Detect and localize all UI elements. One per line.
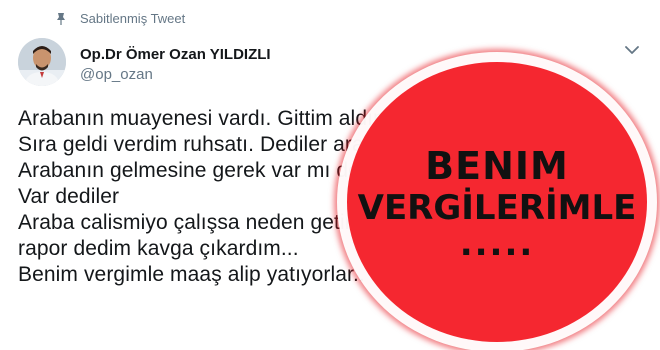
- red-stamp-overlay: BENIM VERGİLERİMLE .....: [347, 62, 647, 342]
- stamp-line-3: .....: [459, 224, 535, 264]
- stamp-line-2: VERGİLERİMLE: [357, 188, 637, 228]
- author-handle[interactable]: @op_ozan: [80, 66, 153, 83]
- profile-photo: [18, 38, 66, 86]
- pinned-label: Sabitlenmiş Tweet: [80, 11, 186, 26]
- chevron-down-icon[interactable]: [624, 44, 640, 56]
- pinned-tweet-header: Sabitlenmiş Tweet: [54, 11, 185, 26]
- pin-icon: [57, 12, 65, 25]
- avatar[interactable]: [18, 38, 66, 86]
- author-display-name[interactable]: Op.Dr Ömer Ozan YILDIZLI: [80, 46, 271, 63]
- stamp-line-1: BENIM: [425, 144, 569, 188]
